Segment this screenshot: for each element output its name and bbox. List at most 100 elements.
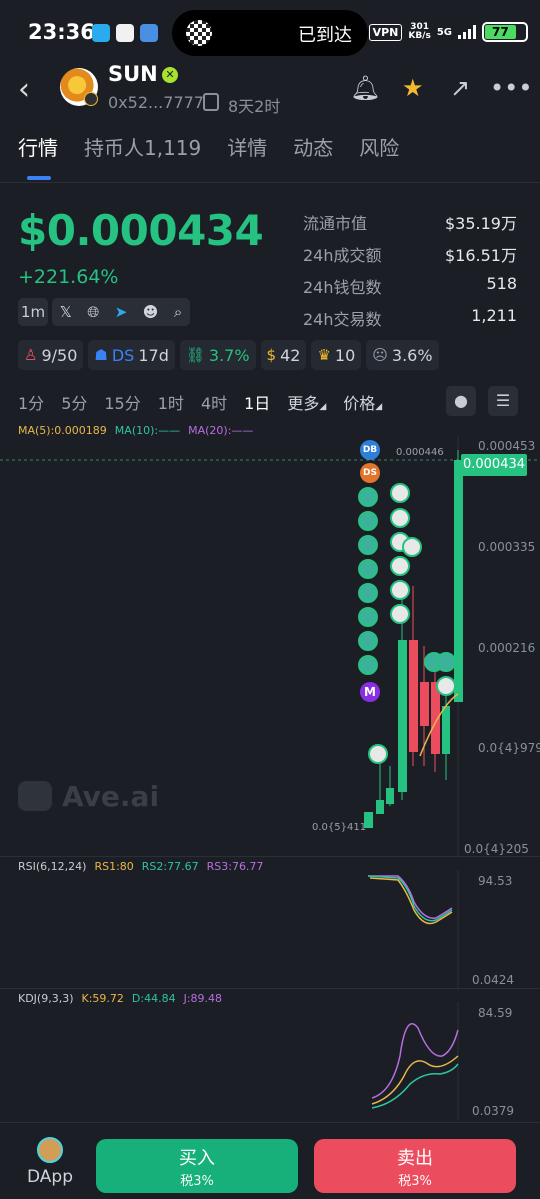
globe-icon[interactable]: 🌐︎ [87,303,99,321]
chart-mode[interactable]: 价格◢ [343,390,382,414]
copy-icon[interactable] [203,93,219,111]
bsc-chain-icon [84,92,98,106]
dynamic-island: 已到达 [172,10,368,56]
m-marker[interactable]: M [360,682,380,702]
rsi-top-label: 94.53 [478,874,513,888]
tf-4h[interactable]: 4时 [201,390,227,414]
stat-row: 24h钱包数 518 [303,274,517,297]
metric-chip[interactable]: ☹ 3.6% [366,340,439,370]
trader-avatar-marker[interactable] [358,511,378,531]
x-icon[interactable]: 𝕏 [60,303,72,321]
status-bar: 23:36 已到达 VPN 301 KB/s 5G 77 [0,0,540,66]
link-icon: ⛓ [185,346,205,364]
low-price-label: 0.0{5}411 [312,822,367,833]
battery-level: 77 [485,25,516,39]
candle [454,460,463,702]
trader-avatar-marker[interactable] [358,607,378,627]
trader-avatar-marker[interactable] [390,604,410,624]
metric-chip[interactable]: ♙ 9/50 [18,340,84,370]
db-marker[interactable]: DB [360,440,380,460]
back-icon[interactable]: ‹ [18,72,30,107]
tab-risk[interactable]: 风险 [359,132,399,161]
trader-avatar-marker[interactable] [390,580,410,600]
net-speed-unit: KB/s [408,31,431,41]
trader-avatar-marker[interactable] [358,535,378,555]
tab-details[interactable]: 详情 [227,132,267,161]
trader-avatar-marker[interactable] [358,487,378,507]
metric-chip[interactable]: ☗ DS 17d [88,340,175,370]
candle [376,800,384,814]
divider [0,182,540,183]
tf-1d[interactable]: 1日 [244,390,270,414]
tab-activity[interactable]: 动态 [293,132,333,161]
trader-avatar-marker[interactable] [358,559,378,579]
kdj-chart[interactable] [0,1002,540,1120]
trader-avatar-marker[interactable] [358,655,378,675]
bell-icon[interactable]: 🔔︎ [350,74,380,102]
search-icon[interactable]: ⌕ [174,303,182,321]
telegram-notif-icon [92,24,110,42]
price-change: +221.64% [18,266,119,288]
share-icon[interactable]: ↗ [450,74,470,102]
y-axis-label: 0.0{4}979 [478,741,540,755]
token-stats: 流通市值 $35.19万 24h成交额 $16.51万 24h钱包数 518 24h交… [303,210,517,338]
sell-button[interactable]: 卖出 税3% [314,1139,516,1193]
j-line [371,1023,459,1099]
y-axis-label: 0.0{4}205 [464,842,529,856]
tf-1m[interactable]: 1分 [18,390,44,414]
main-tabs: 行情 持币人1,119 详情 动态 风险 [18,132,399,161]
trader-avatar-marker[interactable] [390,556,410,576]
star-icon[interactable]: ★ [402,74,424,102]
status-right: VPN 301 KB/s 5G 77 [368,22,528,42]
trader-avatar-marker[interactable] [390,508,410,528]
stat-row: 24h成交额 $16.51万 [303,246,517,265]
ds-marker[interactable]: DS [360,463,380,483]
verified-icon: ✕ [162,67,178,83]
tab-holders[interactable]: 持币人1,119 [84,132,201,161]
trader-avatar-marker[interactable] [358,583,378,603]
tab-market[interactable]: 行情 [18,132,58,161]
tf-more[interactable]: 更多◢ [287,390,326,414]
more-icon[interactable]: ••• [490,74,532,102]
candle [398,640,407,792]
tf-1h[interactable]: 1时 [158,390,184,414]
bottom-bar: DApp 买入 税3% 卖出 税3% [0,1122,540,1199]
metric-chip[interactable]: ⛓ 3.7% [179,340,256,370]
interval-chip[interactable]: 1m [18,298,48,326]
status-time: 23:36 [28,20,95,44]
rsi-chart[interactable] [0,870,540,990]
token-age: 8天2时 [228,97,281,116]
caret-icon: ◢ [319,402,327,412]
y-axis-label: 0.000335 [478,540,536,554]
metric-chip[interactable]: $42 [260,340,307,370]
chart-settings-icon[interactable]: ☰ [488,386,518,416]
candle-chart[interactable] [0,436,540,856]
ds-icon: ☗ [94,346,108,364]
token-address[interactable]: 0x52...7777 [108,93,204,112]
pancakeswap-icon [37,1137,63,1163]
tf-15m[interactable]: 15分 [104,390,140,414]
telegram-icon[interactable]: ➤ [115,303,128,321]
metric-chip[interactable]: ♛ 10 [311,340,362,370]
trader-avatar-marker[interactable] [368,744,388,764]
buy-button[interactable]: 买入 税3% [96,1139,298,1193]
trader-avatar-marker[interactable] [358,631,378,651]
trader-avatar-marker[interactable] [390,483,410,503]
qq-icon[interactable]: ☻ [143,303,159,321]
trader-avatar-marker[interactable] [436,676,456,696]
trader-avatar-marker[interactable] [402,537,422,557]
social-links: 𝕏 🌐︎ ➤ ☻ ⌕ [52,298,190,326]
indicator-toggle-icon[interactable]: ● [446,386,476,416]
stat-row: 24h交易数 1,211 [303,306,517,329]
trader-avatar-marker[interactable] [436,652,456,672]
dapp-button[interactable]: DApp [22,1137,78,1187]
tf-5m[interactable]: 5分 [61,390,87,414]
candle [442,706,450,754]
candles [364,450,463,828]
last-price-tag: 0.000434 [461,454,527,476]
face-icon: ☹ [372,346,388,364]
island-text: 已到达 [298,25,352,46]
kdj-bottom-label: 0.0379 [472,1104,514,1118]
y-axis-label: 0.000453 [478,439,536,453]
money-bag-icon: $ [266,346,277,364]
